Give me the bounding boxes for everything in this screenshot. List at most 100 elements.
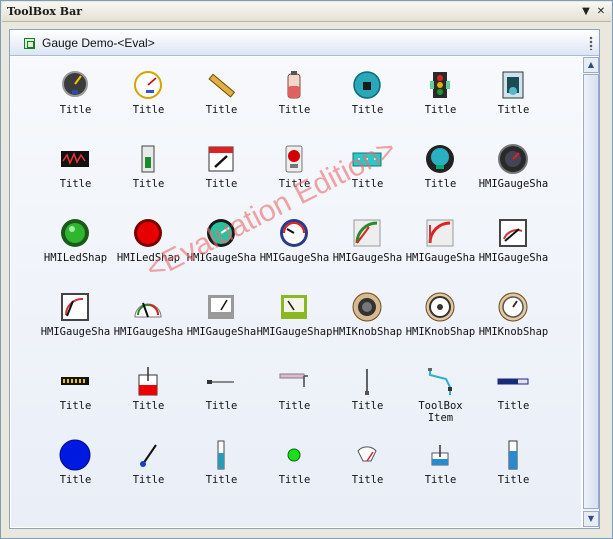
toolbox-item[interactable]: HMIGaugeSha (39, 287, 112, 361)
toolbox-item[interactable]: Title (185, 361, 258, 435)
panel-group-icon (24, 38, 35, 49)
toolbox-item[interactable]: Title (477, 435, 550, 509)
blue-dial-gauge-icon (278, 217, 310, 249)
panel-meter-icon (497, 217, 529, 249)
toolbox-titlebar: ToolBox Bar ▼ ✕ (2, 2, 611, 22)
toolbox-item-label: Title (497, 400, 530, 412)
toolbox-item[interactable]: Title (404, 139, 477, 213)
segmented-bar-icon (59, 365, 91, 397)
toolbox-item[interactable]: HMIKnobShap (331, 287, 404, 361)
toolbox-item[interactable]: ToolBox Item (404, 361, 477, 435)
needle-icon (132, 439, 164, 471)
vertical-line-icon (351, 365, 383, 397)
toolbox-item-label: Title (497, 474, 530, 486)
toolbox-item[interactable]: HMIGaugeSha (258, 213, 331, 287)
toolbox-item[interactable]: Title (404, 435, 477, 509)
window-title: ToolBox Bar (7, 5, 83, 18)
toolbox-item[interactable]: HMIKnobShap (404, 287, 477, 361)
toolbox-panel: Gauge Demo-<Eval> Title Title Title Title Ti… (9, 29, 600, 529)
close-icon[interactable]: ✕ (594, 5, 608, 19)
panel-title: Gauge Demo-<Eval> (42, 36, 155, 50)
toolbox-item[interactable]: HMIGaugeSha (477, 139, 550, 213)
clock-gauge-icon (132, 69, 164, 101)
toolbox-item[interactable]: Title (112, 139, 185, 213)
scroll-down-icon[interactable]: ▼ (583, 511, 599, 527)
toolbox-item[interactable]: HMIKnobShap (477, 287, 550, 361)
toolbox-item[interactable]: Title (331, 361, 404, 435)
toolbox-item[interactable]: Title (331, 139, 404, 213)
green-box-meter-icon (278, 291, 310, 323)
scroll-up-icon[interactable]: ▲ (583, 57, 599, 73)
corner-meter-icon (59, 291, 91, 323)
toolbox-item[interactable]: Title (185, 65, 258, 139)
toolbox-item[interactable]: HMILedShap (112, 213, 185, 287)
toolbox-item[interactable]: Title (112, 361, 185, 435)
toolbox-item[interactable]: Title (185, 139, 258, 213)
scroll-thumb[interactable] (583, 74, 599, 509)
dropdown-arrow-icon[interactable]: ▼ (579, 5, 593, 19)
toolbox-item[interactable]: Title (331, 65, 404, 139)
toolbox-item[interactable]: HMIGaugeSha (477, 213, 550, 287)
red-led-icon (132, 217, 164, 249)
vertical-scrollbar[interactable]: ▲ ▼ (583, 57, 599, 527)
knob-icon (351, 291, 383, 323)
blue-circle-icon (59, 439, 91, 471)
toolbox-item[interactable]: Title (477, 361, 550, 435)
toolbox-item[interactable]: HMIGaugeSha (185, 213, 258, 287)
green-dial-gauge-icon (205, 217, 237, 249)
knob-2-icon (424, 291, 456, 323)
toolbox-item-label: HMIKnobShap (478, 326, 549, 338)
toolbox-item[interactable]: HMIGaugeSha (331, 213, 404, 287)
teal-dial-icon (351, 69, 383, 101)
toolbox-item[interactable]: HMIGaugeShap (257, 287, 332, 361)
arc-meter-icon (132, 291, 164, 323)
ruler-icon (205, 69, 237, 101)
grip-icon[interactable] (589, 36, 593, 50)
toolbox-item[interactable]: HMIGaugeSha (185, 287, 258, 361)
toolbox-item[interactable]: Title (331, 435, 404, 509)
quarter-gauge-icon (351, 217, 383, 249)
connector-icon (424, 365, 456, 397)
toolbox-item[interactable]: Title (39, 139, 112, 213)
oscilloscope-icon (59, 143, 91, 175)
toolbox-item[interactable]: HMILedShap (39, 213, 112, 287)
knob-3-icon (497, 291, 529, 323)
toolbox-item[interactable]: Title (258, 65, 331, 139)
green-led-icon (59, 217, 91, 249)
toolbox-item[interactable]: Title (39, 435, 112, 509)
toolbox-item[interactable]: Title (477, 65, 550, 139)
green-dot-icon (278, 439, 310, 471)
toolbox-item[interactable]: Title (112, 65, 185, 139)
switch-icon (132, 143, 164, 175)
toolbox-items-area: Title Title Title Title Title Title Title Title… (11, 57, 581, 527)
panel-header[interactable]: Gauge Demo-<Eval> (10, 30, 599, 56)
toolbox-item[interactable]: Title (258, 435, 331, 509)
fan-gauge-icon (351, 439, 383, 471)
dark-round-gauge-icon (497, 143, 529, 175)
slider-line-icon (205, 365, 237, 397)
teal-round-gauge-icon (424, 143, 456, 175)
dial-gauge-icon (59, 69, 91, 101)
toolbox-item[interactable]: Title (258, 361, 331, 435)
vertical-bar-2-icon (497, 439, 529, 471)
quarter-gauge-2-icon (424, 217, 456, 249)
toolbox-grid: Title Title Title Title Title Title Title Title… (39, 65, 550, 509)
toolbox-item-label: Title (497, 104, 530, 116)
toolbox-item-label: HMIGaugeSha (478, 252, 549, 264)
digital-display-icon (351, 143, 383, 175)
toolbox-window: ToolBox Bar ▼ ✕ Gauge Demo-<Eval> Title T… (0, 0, 613, 539)
red-led-box-icon (278, 143, 310, 175)
pipe-icon (278, 365, 310, 397)
stop-light-icon (424, 69, 456, 101)
tank-icon (132, 365, 164, 397)
toolbox-item[interactable]: Title (112, 435, 185, 509)
vertical-bar-icon (205, 439, 237, 471)
toolbox-item[interactable]: Title (39, 65, 112, 139)
toolbox-item[interactable]: Title (185, 435, 258, 509)
toolbox-item[interactable]: Title (39, 361, 112, 435)
toolbox-item[interactable]: HMIGaugeSha (404, 213, 477, 287)
window-gauge-icon (205, 143, 237, 175)
toolbox-item[interactable]: Title (258, 139, 331, 213)
toolbox-item[interactable]: Title (404, 65, 477, 139)
toolbox-item[interactable]: HMIGaugeSha (112, 287, 185, 361)
